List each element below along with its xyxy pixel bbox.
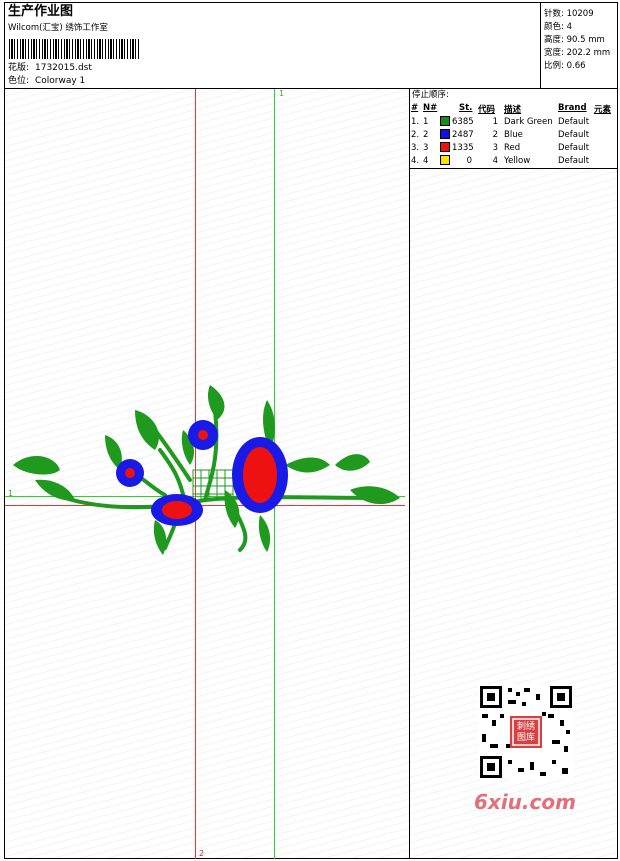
stop-cell-n: 2 xyxy=(423,130,429,140)
sheet-title: 生产作业图 xyxy=(8,4,74,19)
company-name: Wilcom(汇宝) 绣饰工作室 xyxy=(8,23,108,33)
design-label: 花版: xyxy=(8,63,30,73)
col-header-element: 元素 xyxy=(594,105,612,115)
panel-divider xyxy=(409,168,618,169)
petal-bottom-left xyxy=(162,501,192,519)
petal-large-right xyxy=(243,447,277,503)
qr-code: 刺绣图库 xyxy=(478,684,574,780)
qr-stamp-text: 刺绣图库 xyxy=(516,722,535,743)
colorway-name: Colorway 1 xyxy=(35,76,86,86)
stat-scale: 比例: 0.66 xyxy=(544,61,586,71)
leaf-left xyxy=(13,455,60,475)
stop-cell-code: 1 xyxy=(492,117,498,127)
stop-cell-idx: 4. xyxy=(411,156,420,166)
embroidery-design xyxy=(13,385,400,555)
color-swatch xyxy=(440,116,450,126)
stop-cell-idx: 2. xyxy=(411,130,420,140)
bud-left xyxy=(135,410,159,450)
col-header-stitches: St. xyxy=(459,103,473,113)
color-swatch xyxy=(440,155,450,165)
stop-cell-code: 2 xyxy=(492,130,498,140)
color-swatch xyxy=(440,129,450,139)
stop-cell-desc: Blue xyxy=(504,130,523,140)
design-file: 1732015.dst xyxy=(35,63,92,73)
col-header-needle: N# xyxy=(423,103,438,113)
stat-colors: 颜色: 4 xyxy=(544,22,572,32)
stop-cell-n: 3 xyxy=(423,143,429,153)
stat-stitches: 针数: 10209 xyxy=(544,9,594,19)
stop-cell-desc: Dark Green xyxy=(504,117,553,127)
stop-cell-desc: Red xyxy=(504,143,521,153)
guide-label-green-v: 1 xyxy=(279,89,285,98)
col-header-brand: Brand xyxy=(558,103,587,113)
stop-cell-desc: Yellow xyxy=(504,156,531,166)
leaf-right xyxy=(335,454,370,471)
watermark: 6xiu.com xyxy=(474,790,576,814)
stat-height: 高度: 90.5 mm xyxy=(544,35,605,45)
col-header-code: 代码 xyxy=(478,105,496,115)
guide-label-red-v: 2 xyxy=(199,849,205,858)
barcode xyxy=(9,39,141,59)
col-header-description: 描述 xyxy=(504,105,522,115)
color-swatch xyxy=(440,142,450,152)
colorway-label: 色位: xyxy=(8,76,30,86)
stop-cell-n: 4 xyxy=(423,156,429,166)
leaf-right-2 xyxy=(350,486,400,505)
stop-cell-idx: 3. xyxy=(411,143,420,153)
stop-cell-code: 4 xyxy=(492,156,498,166)
stop-sequence-title: 停止顺序: xyxy=(412,90,449,100)
stats-divider xyxy=(540,2,541,88)
stop-cell-st: 0 xyxy=(466,156,472,166)
stop-cell-st: 2487 xyxy=(452,130,474,140)
stop-cell-brand: Default xyxy=(558,117,590,127)
stop-cell-brand: Default xyxy=(558,156,590,166)
stop-cell-idx: 1. xyxy=(411,117,420,127)
stop-cell-brand: Default xyxy=(558,143,590,153)
stop-cell-st: 6385 xyxy=(452,117,474,127)
stop-cell-brand: Default xyxy=(558,130,590,140)
stat-width: 宽度: 202.2 mm xyxy=(544,48,611,58)
stop-cell-code: 3 xyxy=(492,143,498,153)
col-header-index: # xyxy=(411,103,419,113)
stop-cell-n: 1 xyxy=(423,117,429,127)
leaf-left-2 xyxy=(35,479,75,501)
stop-cell-st: 1335 xyxy=(452,143,474,153)
